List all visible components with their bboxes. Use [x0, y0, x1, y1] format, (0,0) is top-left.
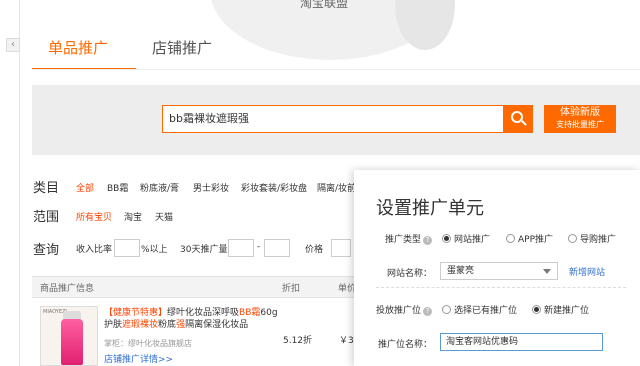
- above-percent-label: %以上: [141, 245, 168, 255]
- scope-taobao[interactable]: 淘宝: [124, 210, 142, 223]
- income-ratio-input[interactable]: [114, 239, 140, 257]
- slot-name-input[interactable]: 淘宝客网站优惠码: [440, 333, 603, 351]
- site-name-select[interactable]: 蛋蒙亮: [440, 262, 558, 280]
- left-strip: ‹: [0, 0, 20, 366]
- sales-30-label: 30天推广量: [180, 245, 228, 255]
- product-title-highlight: 遮瑕: [122, 320, 141, 330]
- sales-min-input[interactable]: [228, 239, 254, 257]
- category-foundation[interactable]: 粉底液/膏: [140, 181, 179, 194]
- promo-type-label-text: 推广类型: [384, 235, 421, 245]
- promo-type-guide-radio[interactable]: 导购推广: [568, 232, 616, 245]
- search-input[interactable]: bb霜裸妆遮瑕强: [162, 105, 504, 133]
- product-price: ￥3: [339, 336, 354, 346]
- promo-type-website-radio[interactable]: 网站推广: [442, 232, 490, 245]
- product-title-highlight: 强: [176, 320, 186, 330]
- price-min-input[interactable]: [331, 239, 351, 257]
- product-discount: 5.12折: [283, 336, 313, 346]
- site-name-value: 蛋蒙亮: [447, 266, 475, 276]
- radio-label: 选择已有推广位: [454, 306, 518, 316]
- tab-single-item[interactable]: 单品推广: [32, 36, 136, 70]
- promo-type-label: 推广类型?: [356, 232, 432, 245]
- product-title-part: 粉底: [158, 320, 177, 330]
- scope-all-items[interactable]: 所有宝贝: [76, 210, 112, 223]
- column-discount: 折扣: [282, 284, 301, 294]
- scope-tmall[interactable]: 天猫: [155, 210, 173, 223]
- search-button[interactable]: [504, 105, 533, 133]
- category-makeup-sets[interactable]: 彩妆套装/彩妆盘: [241, 181, 307, 194]
- slot-label-text: 投放推广位: [375, 306, 421, 316]
- category-all[interactable]: 全部: [76, 181, 94, 194]
- slot-new-radio[interactable]: 新建推广位: [532, 303, 589, 316]
- promo-type-app-radio[interactable]: APP推广: [506, 232, 553, 245]
- radio-label: 网站推广: [454, 235, 491, 245]
- tab-bar: 单品推广 店铺推广: [32, 36, 240, 70]
- tab-shop[interactable]: 店铺推广: [136, 36, 240, 70]
- batch-promotion-label: 支持批量推广: [556, 120, 604, 129]
- try-new-version-label: 体验新版: [560, 107, 600, 118]
- try-new-version-button[interactable]: 体验新版 支持批量推广: [544, 105, 616, 133]
- sales-max-input[interactable]: [264, 239, 290, 257]
- radio-icon: [506, 234, 515, 243]
- radio-label: 导购推广: [580, 235, 617, 245]
- radio-icon: [442, 305, 451, 314]
- shop-promotion-details-link[interactable]: 店铺推广详情>>: [104, 352, 173, 365]
- product-tag: 【健康节特惠】: [104, 308, 168, 318]
- scope-label: 范围: [33, 210, 60, 225]
- query-label: 查询: [33, 243, 60, 258]
- tab-divider: [32, 69, 640, 70]
- product-title-part: 缪叶化妆品深呼吸: [167, 308, 240, 318]
- chevron-down-icon: [543, 269, 551, 274]
- product-tube: [61, 319, 83, 365]
- product-title-highlight: BB霜: [239, 308, 261, 318]
- category-bb-cream[interactable]: BB霜: [107, 181, 128, 194]
- income-ratio-label: 收入比率: [76, 245, 113, 255]
- product-title-highlight: 裸妆: [140, 320, 159, 330]
- radio-label: APP推广: [518, 235, 554, 245]
- range-dash: -: [257, 242, 261, 252]
- product-title-part: 隔离保湿化妆品: [185, 320, 249, 330]
- product-image[interactable]: MIAOYEZI: [40, 306, 98, 366]
- category-primer[interactable]: 隔离/妆前: [317, 181, 356, 194]
- radio-icon: [442, 234, 451, 243]
- slot-label: 投放推广位?: [356, 303, 432, 316]
- category-label: 类目: [33, 181, 60, 196]
- column-product-info: 商品推广信息: [40, 284, 95, 294]
- site-name-label: 网站名称：: [386, 269, 432, 279]
- dialog-divider: [376, 287, 626, 288]
- collapse-left-icon[interactable]: ‹: [6, 38, 20, 52]
- slot-existing-radio[interactable]: 选择已有推广位: [442, 303, 517, 316]
- help-icon[interactable]: ?: [423, 307, 432, 316]
- radio-label: 新建推广位: [544, 306, 590, 316]
- product-shop: 掌柜：缪叶化妆品旗舰店: [104, 339, 192, 348]
- dialog-title: 设置推广单元: [376, 198, 484, 219]
- search-icon-handle: [521, 120, 527, 126]
- add-site-link[interactable]: 新增网站: [569, 265, 605, 278]
- price-label: 价格: [305, 245, 324, 255]
- brand-title: 淘宝联盟: [300, 0, 349, 10]
- help-icon[interactable]: ?: [423, 236, 432, 245]
- category-mens-makeup[interactable]: 男士彩妆: [193, 181, 229, 194]
- radio-icon: [568, 234, 577, 243]
- product-title[interactable]: 【健康节特惠】缪叶化妆品深呼吸BB霜60g 护肤遮瑕裸妆粉底强隔离保湿化妆品: [104, 307, 280, 331]
- radio-icon: [532, 305, 541, 314]
- slot-name-label: 推广位名称：: [377, 340, 432, 350]
